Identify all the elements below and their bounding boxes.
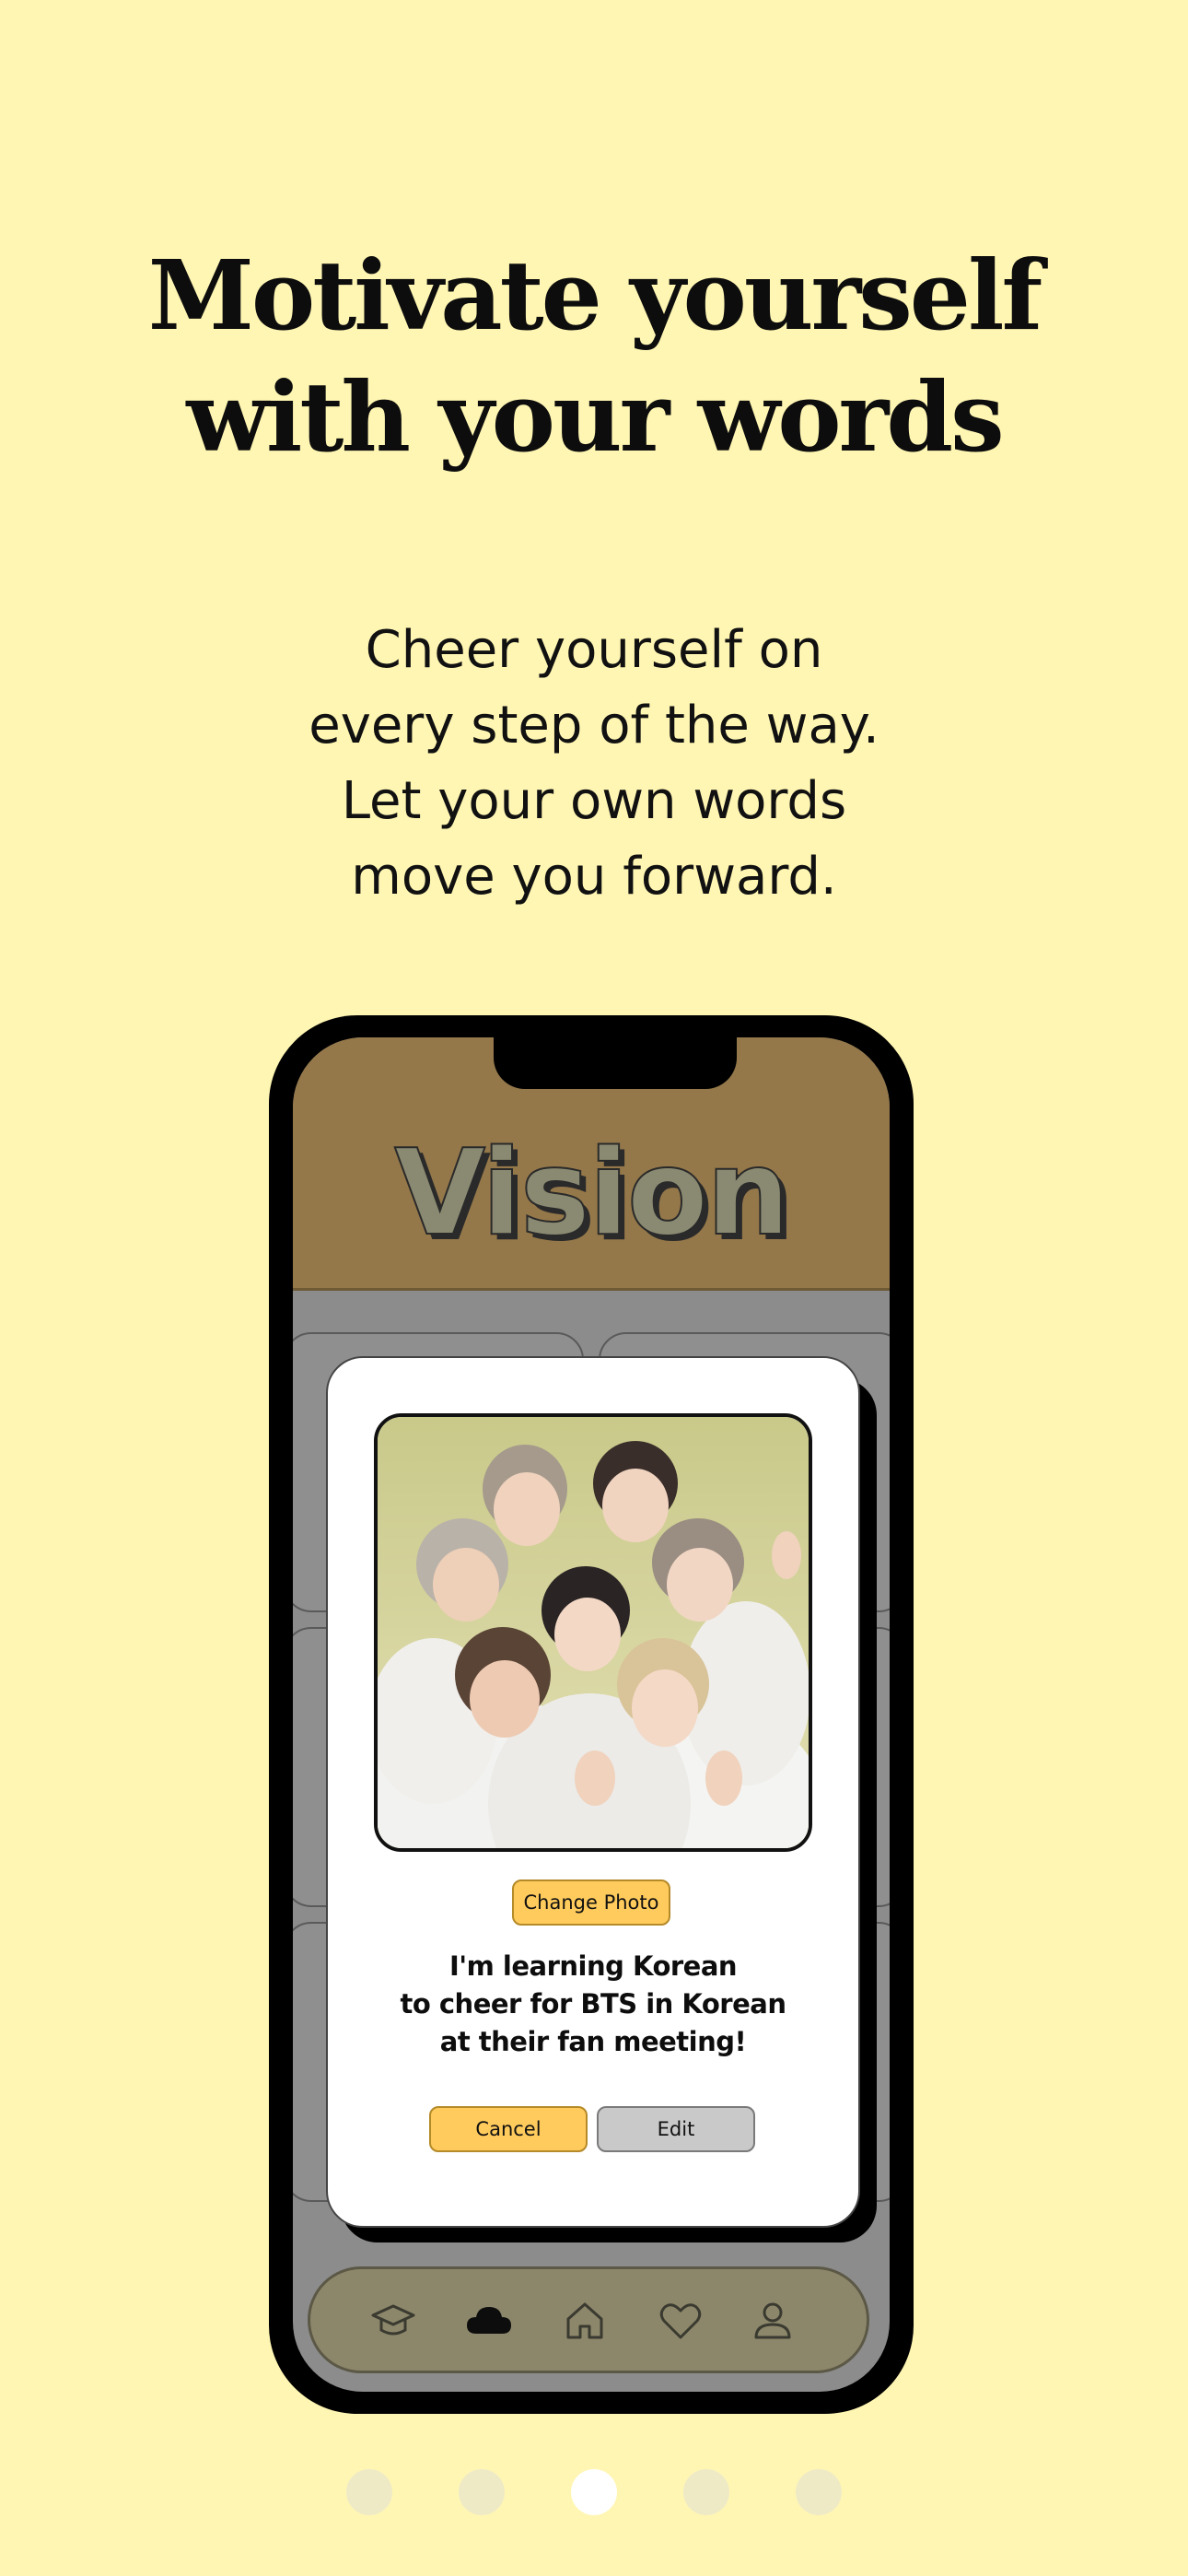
home-icon [566,2302,603,2339]
subtext-line-4: move you forward. [351,847,837,907]
profile-icon [754,2302,791,2339]
vision-photo [374,1413,812,1852]
tab-profile[interactable] [747,2295,798,2347]
page-dot-2[interactable] [459,2469,505,2515]
tab-vision[interactable] [463,2295,515,2347]
subtext: Cheer yourself on every step of the way.… [0,613,1188,915]
heart-icon [659,2303,702,2339]
page-dot-5[interactable] [796,2469,842,2515]
subtext-line-1: Cheer yourself on [365,620,823,680]
tab-favorites[interactable] [655,2295,706,2347]
cancel-button[interactable]: Cancel [429,2106,588,2152]
vision-statement: I'm learning Korean to cheer for BTS in … [328,1948,858,2061]
app-title: Vision [393,1125,791,1262]
vision-line-3: at their fan meeting! [439,2026,747,2057]
headline-line-1: Motivate yourself [147,239,1042,352]
page-dot-3-active[interactable] [571,2469,617,2515]
vision-line-2: to cheer for BTS in Korean [400,1988,786,2020]
page-indicator [0,2469,1188,2519]
tab-home[interactable] [559,2295,611,2347]
subtext-line-3: Let your own words [341,771,847,831]
group-photo-image [378,1417,809,1848]
phone-screen: Vision Change Photo I'm learning Korean … [293,1037,890,2392]
cloud-icon [467,2307,511,2334]
subtext-line-2: every step of the way. [309,696,879,755]
tab-bar [308,2266,869,2373]
page-dot-4[interactable] [683,2469,729,2515]
edit-button[interactable]: Edit [597,2106,755,2152]
vision-line-1: I'm learning Korean [448,1950,738,1982]
headline-line-2: with your words [186,360,1004,474]
vision-edit-modal: Change Photo I'm learning Korean to chee… [326,1356,860,2228]
tab-learn[interactable] [367,2295,419,2347]
page-dot-1[interactable] [346,2469,392,2515]
phone-notch [494,1037,737,1089]
headline: Motivate yourself with your words [0,235,1188,478]
change-photo-button[interactable]: Change Photo [512,1879,670,1926]
graduation-cap-icon [371,2304,415,2336]
phone-mockup: Vision Change Photo I'm learning Korean … [269,1015,914,2414]
